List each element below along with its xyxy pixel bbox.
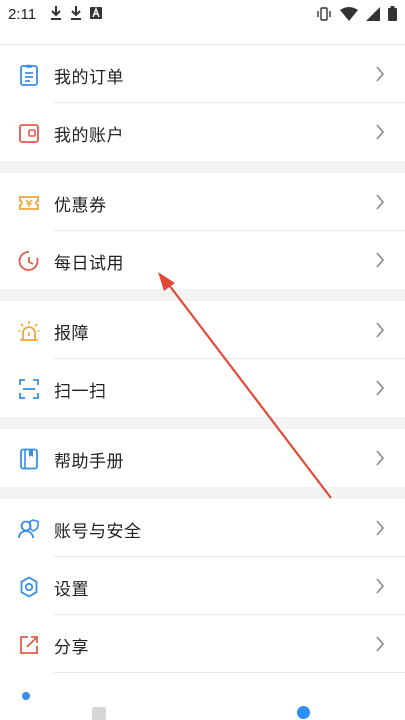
chevron-right-icon [376, 520, 385, 536]
menu-item-label: 分享 [54, 638, 89, 658]
menu-list: 我的订单 我的账户 优惠券 每日试用 报障 扫一扫 帮助手册 账号与安全 设置 … [0, 30, 405, 673]
chevron-right-icon [376, 124, 385, 140]
alarm-icon [18, 321, 40, 341]
menu-item-label: 设置 [54, 580, 89, 600]
coupon-icon [19, 196, 39, 210]
menu-item-daily-trial[interactable]: 每日试用 [0, 231, 405, 289]
status-time: 2:11 [8, 6, 37, 23]
battery-icon [388, 6, 397, 21]
book-icon [20, 448, 38, 470]
chevron-right-icon [376, 66, 385, 82]
partial-next-item-icon [22, 692, 30, 700]
section-separator [0, 289, 405, 301]
section-separator [0, 487, 405, 499]
menu-item-share[interactable]: 分享 [0, 615, 405, 673]
menu-item-my-orders[interactable]: 我的订单 [0, 45, 405, 103]
menu-item-account-security[interactable]: 账号与安全 [0, 499, 405, 557]
wallet-icon [19, 124, 39, 143]
top-spacer [0, 30, 405, 45]
section-separator [0, 417, 405, 429]
settings-gear-icon [20, 576, 38, 598]
a-badge-icon [90, 7, 102, 19]
menu-item-help-manual[interactable]: 帮助手册 [0, 429, 405, 487]
menu-item-settings[interactable]: 设置 [0, 557, 405, 615]
menu-item-report-fault[interactable]: 报障 [0, 301, 405, 359]
clock-icon [18, 251, 39, 271]
signal-icon [366, 6, 380, 21]
share-icon [20, 636, 38, 654]
nav-recents-button[interactable] [92, 707, 106, 720]
scan-icon [19, 379, 39, 399]
order-icon [20, 64, 38, 86]
wifi-icon [340, 6, 358, 21]
chevron-right-icon [376, 578, 385, 594]
menu-item-scan[interactable]: 扫一扫 [0, 359, 405, 417]
menu-item-label: 扫一扫 [54, 382, 107, 402]
bottom-nav [0, 708, 405, 720]
section-separator [0, 161, 405, 173]
chevron-right-icon [376, 380, 385, 396]
menu-item-label: 账号与安全 [54, 522, 142, 542]
status-bar: 2:11 [0, 0, 405, 30]
status-right-icons [316, 6, 397, 21]
download-icon [51, 6, 61, 20]
status-left-icons [50, 6, 102, 20]
chevron-right-icon [376, 194, 385, 210]
menu-item-my-account[interactable]: 我的账户 [0, 103, 405, 161]
menu-item-label: 我的账户 [54, 126, 124, 146]
menu-item-label: 优惠券 [54, 196, 107, 216]
account-security-icon [18, 519, 39, 539]
nav-home-button[interactable] [297, 706, 310, 719]
chevron-right-icon [376, 322, 385, 338]
menu-item-label: 帮助手册 [54, 452, 124, 472]
menu-item-label: 每日试用 [54, 254, 124, 274]
menu-item-coupons[interactable]: 优惠券 [0, 173, 405, 231]
vibrate-icon [317, 6, 331, 21]
menu-item-label: 我的订单 [54, 68, 124, 88]
menu-item-label: 报障 [54, 324, 89, 344]
divider [54, 672, 405, 673]
download-icon [71, 6, 81, 20]
chevron-right-icon [376, 450, 385, 466]
chevron-right-icon [376, 636, 385, 652]
chevron-right-icon [376, 252, 385, 268]
